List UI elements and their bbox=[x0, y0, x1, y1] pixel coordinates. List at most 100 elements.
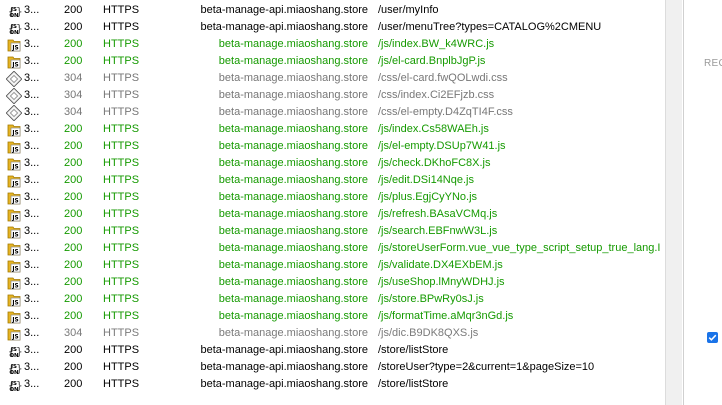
session-id: 3... bbox=[24, 140, 40, 152]
protocol: HTTPS bbox=[103, 242, 140, 254]
session-row[interactable]: JS 3... 200 HTTPS beta-manage.miaoshang.stor… bbox=[0, 223, 665, 240]
session-row[interactable]: 3... 304 HTTPS beta-manage.miaoshang.store /… bbox=[0, 70, 665, 87]
url: /js/storeUserForm.vue_vue_type_script_se… bbox=[378, 242, 661, 254]
session-row[interactable]: JS 3... 304 HTTPS beta-manage.miaoshang.stor… bbox=[0, 325, 665, 342]
session-row[interactable]: JS 3... 200 HTTPS beta-manage.miaoshang.stor… bbox=[0, 36, 665, 53]
result-code: 200 bbox=[64, 208, 83, 220]
session-id: 3... bbox=[24, 327, 40, 339]
svg-text:JS: JS bbox=[11, 267, 18, 273]
session-row[interactable]: {} JS ON 3... 200 HTTPS beta-manage-api.miaosh… bbox=[0, 342, 665, 359]
url: /js/index.BW_k4WRC.js bbox=[378, 38, 495, 50]
session-id: 3... bbox=[24, 361, 40, 373]
session-row[interactable]: JS 3... 200 HTTPS beta-manage.miaoshang.stor… bbox=[0, 291, 665, 308]
svg-text:JS: JS bbox=[11, 233, 18, 239]
result-code: 200 bbox=[64, 140, 83, 152]
svg-text:JS: JS bbox=[11, 301, 18, 307]
host: beta-manage.miaoshang.store bbox=[218, 242, 368, 254]
javascript-file-icon: JS bbox=[6, 224, 22, 240]
javascript-file-icon: JS bbox=[6, 139, 22, 155]
url: /js/refresh.BAsaVCMq.js bbox=[378, 208, 498, 220]
svg-text:JS: JS bbox=[11, 131, 18, 137]
protocol: HTTPS bbox=[103, 89, 140, 101]
session-id: 3... bbox=[24, 157, 40, 169]
host: beta-manage.miaoshang.store bbox=[218, 310, 368, 322]
result-code: 200 bbox=[64, 344, 83, 356]
host: beta-manage.miaoshang.store bbox=[218, 225, 368, 237]
result-code: 200 bbox=[64, 259, 83, 271]
session-id: 3... bbox=[24, 174, 40, 186]
json-brace-icon: {} JS ON bbox=[6, 377, 22, 393]
session-row[interactable]: JS 3... 200 HTTPS beta-manage.miaoshang.stor… bbox=[0, 274, 665, 291]
host: beta-manage.miaoshang.store bbox=[218, 293, 368, 305]
javascript-file-icon: JS bbox=[6, 241, 22, 257]
json-brace-icon: {} JS ON bbox=[6, 20, 22, 36]
session-row[interactable]: {} JS ON 3... 200 HTTPS beta-manage-api.miaosh… bbox=[0, 19, 665, 36]
session-row[interactable]: 3... 304 HTTPS beta-manage.miaoshang.store /… bbox=[0, 87, 665, 104]
protocol: HTTPS bbox=[103, 208, 140, 220]
panel-splitter[interactable] bbox=[665, 0, 682, 405]
javascript-file-icon: JS bbox=[6, 258, 22, 274]
host: beta-manage.miaoshang.store bbox=[218, 157, 368, 169]
session-row[interactable]: 3... 304 HTTPS beta-manage.miaoshang.store /… bbox=[0, 104, 665, 121]
url: /js/plus.EgjCyYNo.js bbox=[378, 191, 478, 203]
protocol: HTTPS bbox=[103, 259, 140, 271]
svg-text:JS: JS bbox=[11, 182, 18, 188]
session-row[interactable]: {} JS ON 3... 200 HTTPS beta-manage-api.miaosh… bbox=[0, 2, 665, 19]
protocol: HTTPS bbox=[103, 361, 140, 373]
protocol: HTTPS bbox=[103, 276, 140, 288]
url: /css/el-empty.D4ZqTI4F.css bbox=[378, 106, 513, 118]
protocol: HTTPS bbox=[103, 344, 140, 356]
host: beta-manage.miaoshang.store bbox=[218, 208, 368, 220]
result-code: 200 bbox=[64, 174, 83, 186]
protocol: HTTPS bbox=[103, 72, 140, 84]
session-row[interactable]: JS 3... 200 HTTPS beta-manage.miaoshang.stor… bbox=[0, 53, 665, 70]
session-row[interactable]: JS 3... 200 HTTPS beta-manage.miaoshang.stor… bbox=[0, 172, 665, 189]
protocol: HTTPS bbox=[103, 174, 140, 186]
result-code: 304 bbox=[64, 89, 83, 101]
session-id: 3... bbox=[24, 106, 40, 118]
protocol: HTTPS bbox=[103, 38, 140, 50]
session-row[interactable]: JS 3... 200 HTTPS beta-manage.miaoshang.stor… bbox=[0, 257, 665, 274]
session-row[interactable]: JS 3... 200 HTTPS beta-manage.miaoshang.stor… bbox=[0, 189, 665, 206]
session-row[interactable]: {} JS ON 3... 200 HTTPS beta-manage-api.miaosh… bbox=[0, 376, 665, 393]
option-checkbox[interactable] bbox=[707, 332, 718, 343]
svg-text:ON: ON bbox=[9, 387, 19, 393]
host: beta-manage-api.miaoshang.store bbox=[200, 344, 368, 356]
session-id: 3... bbox=[24, 123, 40, 135]
protocol: HTTPS bbox=[103, 225, 140, 237]
protocol: HTTPS bbox=[103, 327, 140, 339]
session-row[interactable]: JS 3... 200 HTTPS beta-manage.miaoshang.stor… bbox=[0, 155, 665, 172]
javascript-file-icon: JS bbox=[6, 190, 22, 206]
session-row[interactable]: JS 3... 200 HTTPS beta-manage.miaoshang.stor… bbox=[0, 121, 665, 138]
session-id: 3... bbox=[24, 344, 40, 356]
session-id: 3... bbox=[24, 38, 40, 50]
css-file-icon bbox=[6, 105, 22, 121]
session-row[interactable]: JS 3... 200 HTTPS beta-manage.miaoshang.stor… bbox=[0, 308, 665, 325]
svg-text:JS: JS bbox=[11, 46, 18, 52]
host: beta-manage.miaoshang.store bbox=[218, 174, 368, 186]
session-id: 3... bbox=[24, 225, 40, 237]
url: /store/listStore bbox=[378, 378, 449, 390]
host: beta-manage.miaoshang.store bbox=[218, 38, 368, 50]
result-code: 200 bbox=[64, 276, 83, 288]
host: beta-manage.miaoshang.store bbox=[218, 191, 368, 203]
session-list[interactable]: {} JS ON 3... 200 HTTPS beta-manage-api.miaosh… bbox=[0, 0, 665, 405]
session-id: 3... bbox=[24, 208, 40, 220]
result-code: 200 bbox=[64, 123, 83, 135]
session-id: 3... bbox=[24, 276, 40, 288]
session-id: 3... bbox=[24, 293, 40, 305]
session-row[interactable]: JS 3... 200 HTTPS beta-manage.miaoshang.stor… bbox=[0, 206, 665, 223]
session-row[interactable]: JS 3... 200 HTTPS beta-manage.miaoshang.stor… bbox=[0, 240, 665, 257]
javascript-file-icon: JS bbox=[6, 122, 22, 138]
session-row[interactable]: {} JS ON 3... 200 HTTPS beta-manage-api.miaosh… bbox=[0, 359, 665, 376]
session-row[interactable]: JS 3... 200 HTTPS beta-manage.miaoshang.stor… bbox=[0, 138, 665, 155]
result-code: 200 bbox=[64, 4, 83, 16]
host: beta-manage-api.miaoshang.store bbox=[200, 378, 368, 390]
svg-text:JS: JS bbox=[11, 284, 18, 290]
css-file-icon bbox=[6, 71, 22, 87]
svg-text:JS: JS bbox=[11, 199, 18, 205]
session-id: 3... bbox=[24, 191, 40, 203]
host: beta-manage-api.miaoshang.store bbox=[200, 21, 368, 33]
inspector-tab-label[interactable]: REC bbox=[704, 58, 722, 69]
session-id: 3... bbox=[24, 242, 40, 254]
